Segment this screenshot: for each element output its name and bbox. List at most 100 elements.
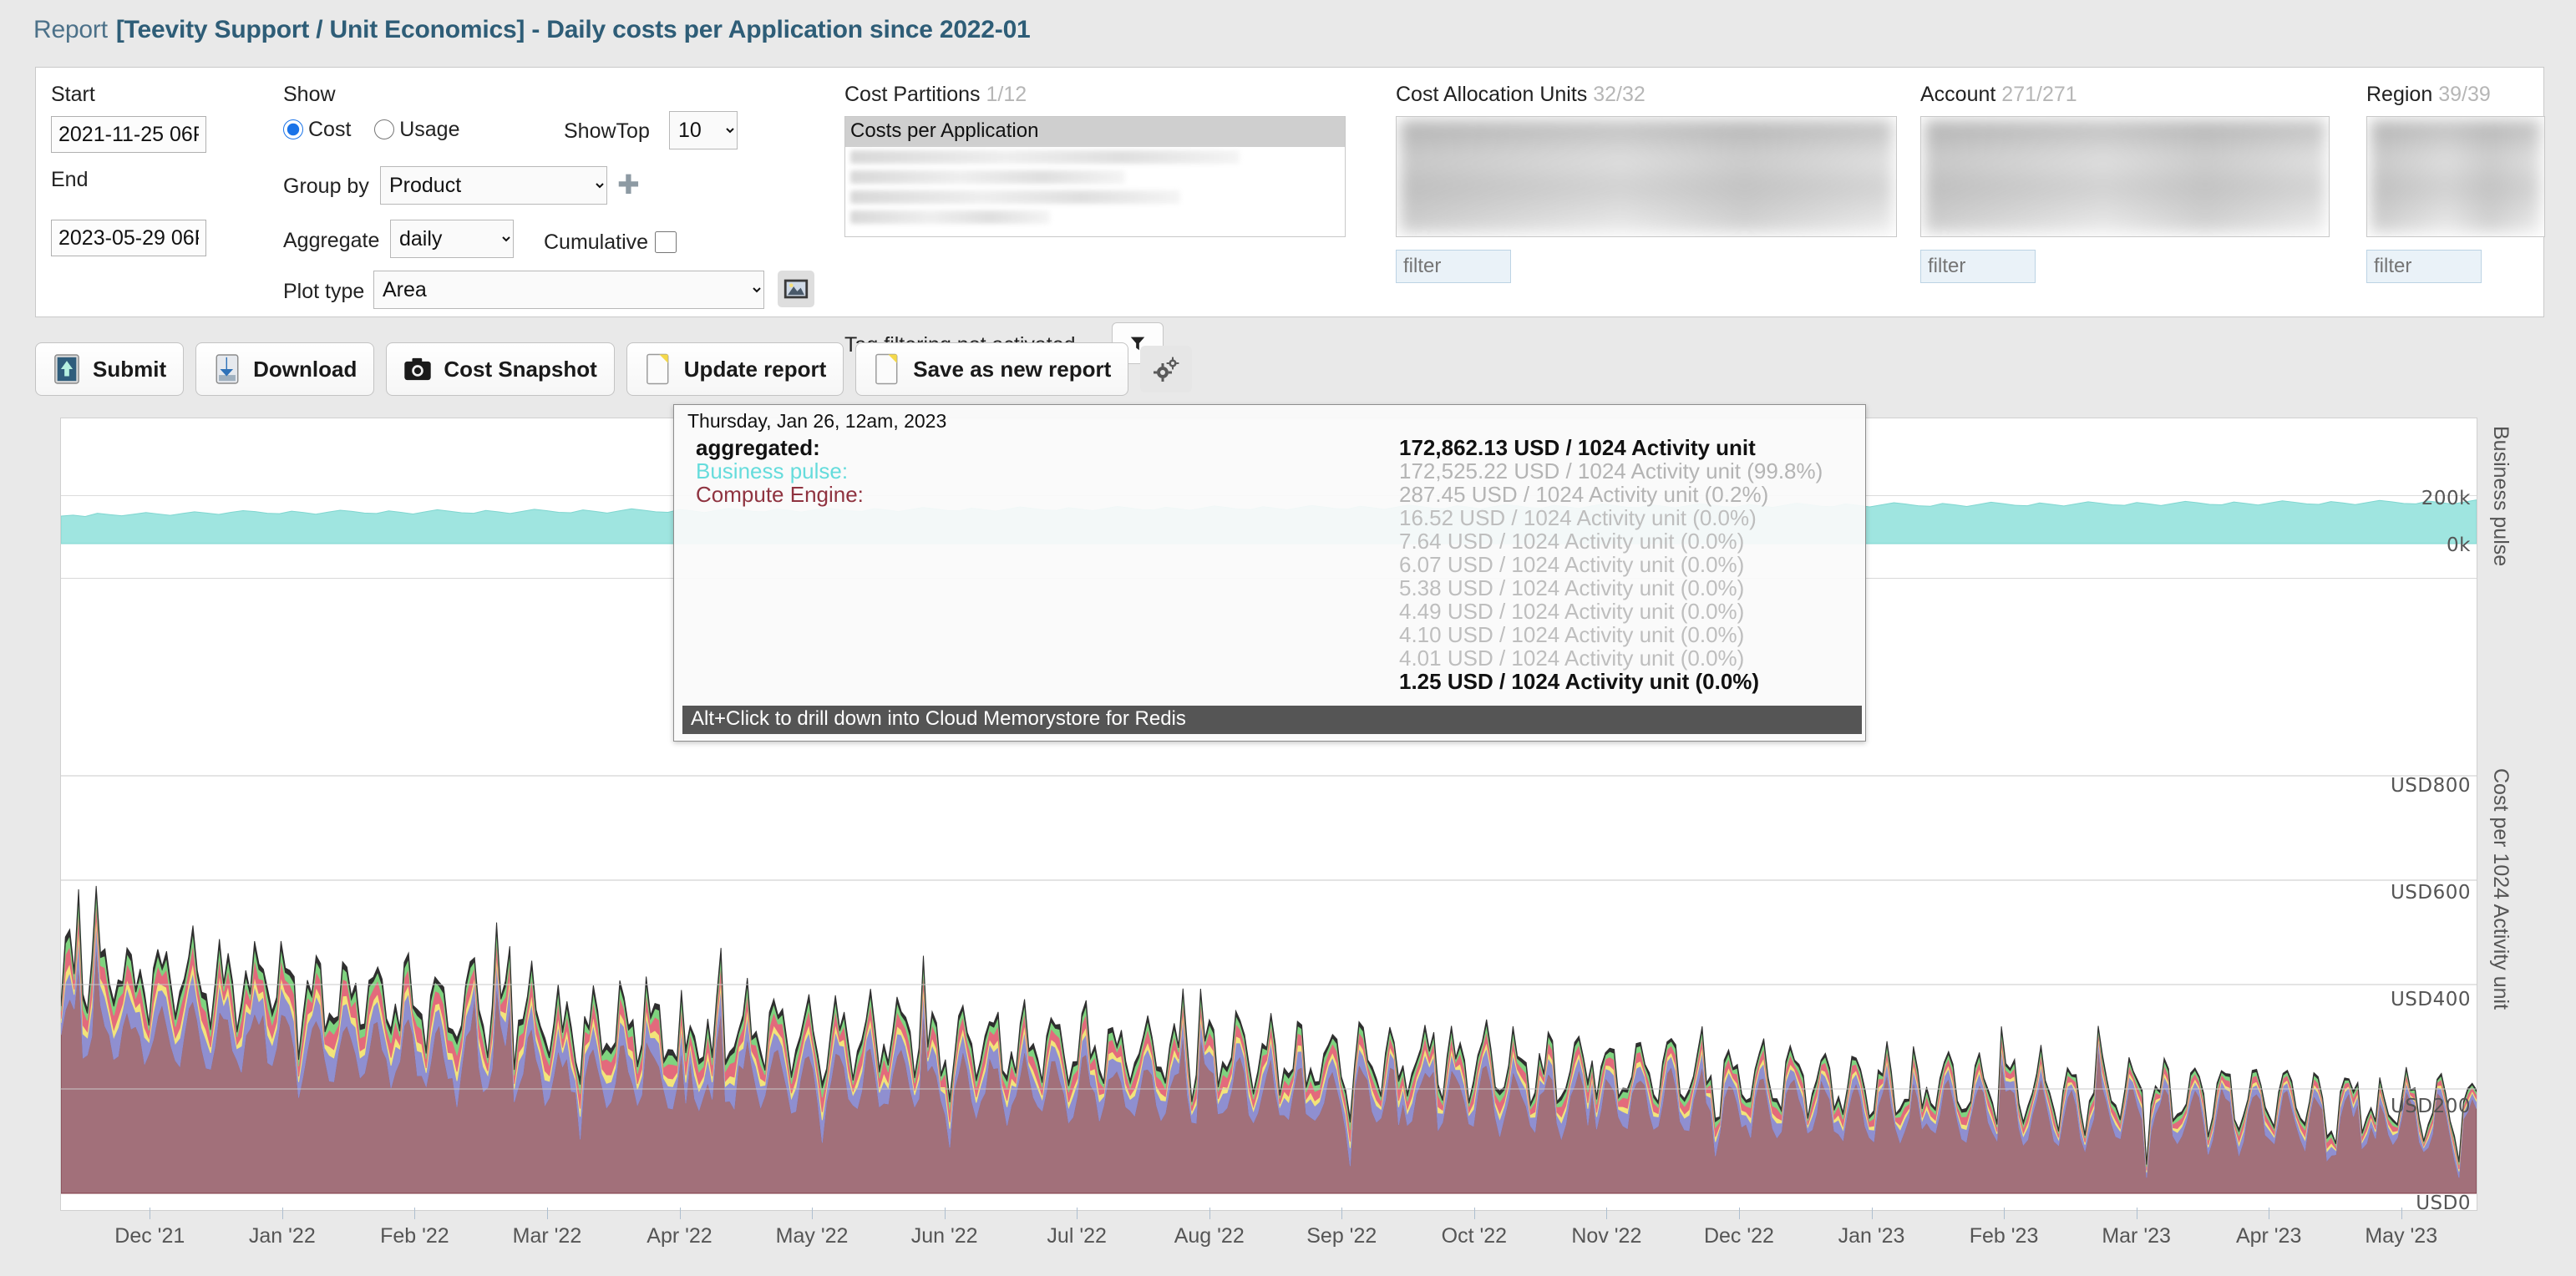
filter-input-cost-allocation-units[interactable] (1396, 250, 1511, 283)
ytick-cost-200: USD200 (2390, 1096, 2471, 1117)
x-tick-label: Mar '23 (2102, 1224, 2171, 1248)
ytick-cost-0: USD0 (2416, 1192, 2471, 1214)
facet-title-region: Region 39/39 (2366, 83, 2491, 106)
end-date-input[interactable] (51, 220, 206, 256)
x-tick-line (1077, 1208, 1078, 1219)
ylabel-cost-per-unit: Cost per 1024 Activity unit (2489, 768, 2513, 1010)
radio-cost-input[interactable] (283, 119, 303, 139)
x-tick-line (414, 1208, 416, 1219)
x-tick-label: Jul '22 (1047, 1224, 1107, 1248)
camera-icon (404, 357, 432, 381)
tooltip-row-value: 4.10 USD / 1024 Activity unit (0.0%) (1399, 622, 1745, 647)
cost-snapshot-button-label: Cost Snapshot (444, 356, 597, 382)
x-tick-line (944, 1208, 946, 1219)
tooltip-row-value: 6.07 USD / 1024 Activity unit (0.0%) (1399, 552, 1745, 577)
facet-count-cost-allocation-units: 32/32 (1593, 83, 1645, 106)
page-title-main: [Teevity Support / Unit Economics] - Dai… (115, 16, 1031, 43)
radio-usage-input[interactable] (374, 119, 395, 139)
cost-snapshot-button[interactable]: Cost Snapshot (386, 342, 615, 396)
start-label: Start (51, 83, 95, 106)
tooltip-row-name: aggregated: (696, 435, 820, 460)
tooltip-row: Compute Engine: 287.45 USD / 1024 Activit… (674, 482, 1865, 507)
submit-icon (54, 354, 79, 384)
radio-cost[interactable]: Cost (283, 118, 351, 141)
update-report-button[interactable]: Update report (626, 342, 844, 396)
x-tick-label: Apr '22 (647, 1224, 712, 1248)
x-tick-label: Jan '22 (248, 1224, 316, 1248)
tooltip-row-value: 16.52 USD / 1024 Activity unit (0.0%) (1399, 505, 1757, 530)
facet-selected-item[interactable]: Costs per Application (845, 117, 1345, 147)
image-icon[interactable] (778, 271, 814, 307)
x-tick-line (1606, 1208, 1608, 1219)
ytick-cost-800: USD800 (2390, 775, 2471, 797)
note-icon (646, 353, 669, 385)
x-tick-label: Jan '23 (1838, 1224, 1905, 1248)
cumulative-checkbox[interactable] (655, 231, 677, 253)
x-tick-label: Nov '22 (1571, 1224, 1642, 1248)
showtop-select[interactable]: 10 (669, 111, 738, 149)
ytick-pulse-0k: 0k (2447, 534, 2471, 556)
facet-list-region[interactable] (2366, 116, 2545, 237)
gears-icon[interactable] (1140, 346, 1193, 392)
facet-blurred-content (2371, 120, 2541, 233)
submit-button[interactable]: Submit (35, 342, 185, 396)
aggregate-select[interactable]: daily (390, 220, 514, 258)
x-tick-line (1871, 1208, 1873, 1219)
tooltip-row-value: 287.45 USD / 1024 Activity unit (0.2%) (1399, 482, 1769, 507)
x-tick-line (679, 1208, 681, 1219)
image-icon-svg (783, 279, 809, 299)
tooltip-row-value: 7.64 USD / 1024 Activity unit (0.0%) (1399, 529, 1745, 554)
update-report-button-label: Update report (683, 356, 827, 382)
facet-list-cost-allocation-units[interactable] (1396, 116, 1897, 237)
action-button-row: Submit Download Cost Snapshot Update rep… (35, 337, 1193, 401)
x-tick-line (2401, 1208, 2402, 1219)
groupby-select[interactable]: Product (380, 166, 607, 205)
show-radio-group: Cost Usage (283, 118, 459, 142)
x-axis: Dec '21 Jan '22 Feb '22 Mar '22 Apr '22 May '… (60, 1208, 2477, 1254)
download-button[interactable]: Download (195, 342, 375, 396)
plus-icon[interactable]: ✚ (617, 171, 640, 198)
x-tick-line (1738, 1208, 1740, 1219)
x-tick-line (1341, 1208, 1343, 1219)
x-tick-label: May '22 (775, 1224, 849, 1248)
facet-list-cost-partitions[interactable]: Costs per Application (844, 116, 1346, 237)
cumulative-group: Cumulative (544, 229, 679, 256)
save-as-new-report-button-label: Save as new report (913, 356, 1112, 382)
report-page: Report [Teevity Support / Unit Economics… (0, 0, 2576, 1276)
x-tick-label: Sep '22 (1306, 1224, 1377, 1248)
gears-icon-svg (1154, 357, 1179, 382)
page-title-prefix: Report (33, 16, 108, 43)
x-tick-label: Dec '21 (114, 1224, 185, 1248)
facet-blurred-content (1400, 120, 1893, 233)
x-tick-label: Oct '22 (1441, 1224, 1508, 1248)
facet-count-cost-partitions: 1/12 (986, 83, 1027, 106)
radio-cost-label: Cost (308, 118, 352, 141)
filter-input-region[interactable] (2366, 250, 2482, 283)
tooltip-row: 4.01 USD / 1024 Activity unit (0.0%) (674, 646, 1865, 671)
x-tick-line (546, 1208, 548, 1219)
page-title: Report [Teevity Support / Unit Economics… (33, 12, 1031, 48)
end-label: End (51, 168, 89, 191)
plottype-select[interactable]: Area (373, 271, 764, 309)
tooltip-row-name: Compute Engine: (696, 482, 864, 507)
start-date-input[interactable] (51, 116, 206, 153)
facet-list-account[interactable] (1920, 116, 2330, 237)
tooltip-row-value: 172,862.13 USD / 1024 Activity unit (1399, 435, 1756, 460)
showtop-label: ShowTop (564, 119, 650, 143)
facet-title-account: Account 271/271 (1920, 83, 2077, 106)
facet-count-region: 39/39 (2438, 83, 2491, 106)
facet-count-account: 271/271 (2001, 83, 2077, 106)
radio-usage[interactable]: Usage (374, 118, 459, 141)
save-as-new-report-button[interactable]: Save as new report (855, 342, 1129, 396)
cumulative-label: Cumulative (544, 230, 649, 254)
filter-input-account[interactable] (1920, 250, 2036, 283)
tooltip-row-value: 4.01 USD / 1024 Activity unit (0.0%) (1399, 646, 1745, 671)
facet-title-cost-allocation-units: Cost Allocation Units 32/32 (1396, 83, 1645, 106)
x-tick-line (2004, 1208, 2006, 1219)
controls-panel: Start End Show Cost Usage ShowTop 10 Gro… (35, 67, 2545, 364)
x-tick-label: Dec '22 (1703, 1224, 1774, 1248)
x-tick-label: May '23 (2365, 1224, 2438, 1248)
tooltip-row-name: Business pulse: (696, 458, 849, 484)
tooltip-row: 16.52 USD / 1024 Activity unit (0.0%) (674, 505, 1865, 530)
tooltip-row-value: 172,525.22 USD / 1024 Activity unit (99.… (1399, 458, 1823, 484)
